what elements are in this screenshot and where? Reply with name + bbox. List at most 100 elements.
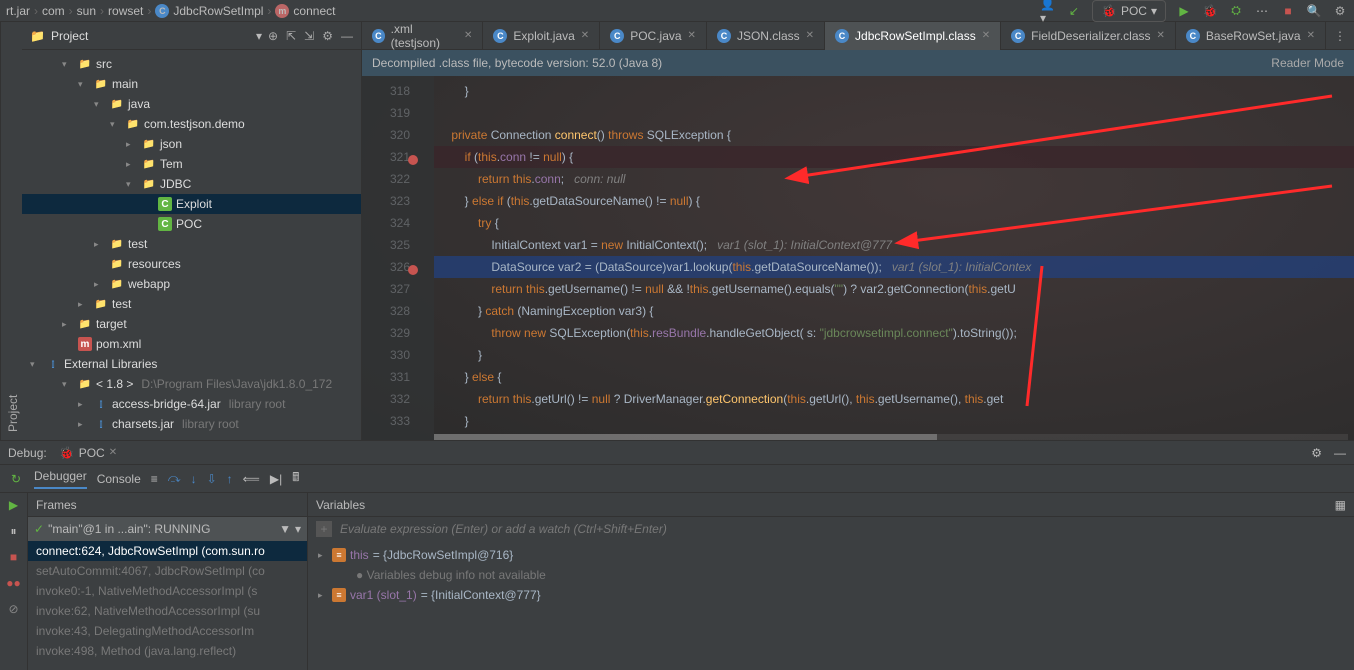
code-line[interactable]: if (this.conn != null) {: [434, 146, 1354, 168]
frame-list[interactable]: connect:624, JdbcRowSetImpl (com.sun.ros…: [28, 541, 307, 670]
user-icon[interactable]: 👤▾: [1040, 3, 1056, 19]
tree-node[interactable]: CPOC: [22, 214, 361, 234]
filter-icon[interactable]: ▼: [279, 522, 291, 536]
code-line[interactable]: } catch (NamingException var3) {: [434, 300, 1354, 322]
thread-selector[interactable]: ✓ "main"@1 in ...ain": RUNNING ▼ ▾: [28, 517, 307, 541]
editor-tab[interactable]: CExploit.java✕: [483, 22, 600, 50]
editor-tab[interactable]: CJSON.class✕: [707, 22, 825, 50]
collapse-icon[interactable]: ⇲: [304, 29, 314, 43]
tree-node[interactable]: CExploit: [22, 194, 361, 214]
breadcrumb[interactable]: rt.jar› com› sun› rowset› C JdbcRowSetIm…: [6, 4, 1040, 18]
tree-node[interactable]: mpom.xml: [22, 334, 361, 354]
tree-node[interactable]: ▾📁< 1.8 >D:\Program Files\Java\jdk1.8.0_…: [22, 374, 361, 394]
tree-node[interactable]: ▸📁json: [22, 134, 361, 154]
close-icon[interactable]: ✕: [109, 447, 117, 458]
tree-node[interactable]: ▸📁webapp: [22, 274, 361, 294]
pause-icon[interactable]: ⏸: [6, 523, 22, 539]
tree-node[interactable]: ▾📁java: [22, 94, 361, 114]
resume-icon[interactable]: ▶: [6, 497, 22, 513]
close-icon[interactable]: ✕: [1157, 30, 1165, 41]
tree-node[interactable]: ▸📁test: [22, 234, 361, 254]
editor-tab[interactable]: CPOC.java✕: [600, 22, 707, 50]
reader-mode-link[interactable]: Reader Mode: [1271, 56, 1344, 70]
line-gutter[interactable]: 3183193203213223233243253263273283293303…: [362, 76, 434, 440]
add-icon[interactable]: +: [316, 521, 332, 537]
profile-button[interactable]: ⋯: [1254, 3, 1270, 19]
view-breakpoints-icon[interactable]: ●●: [6, 575, 22, 591]
expand-icon[interactable]: ⇱: [286, 29, 296, 43]
crumb-5[interactable]: connect: [293, 4, 335, 18]
debug-config-tab[interactable]: 🐞 POC ✕: [59, 445, 117, 461]
close-icon[interactable]: ✕: [688, 30, 696, 41]
gear-icon[interactable]: ⚙: [1311, 446, 1322, 460]
crumb-2[interactable]: sun: [77, 4, 96, 18]
code-line[interactable]: InitialContext var1 = new InitialContext…: [434, 234, 1354, 256]
chevron-down-icon[interactable]: ▾: [256, 29, 262, 43]
stack-frame[interactable]: invoke:498, Method (java.lang.reflect): [28, 641, 307, 661]
tree-node[interactable]: 📁resources: [22, 254, 361, 274]
close-icon[interactable]: ✕: [1307, 30, 1315, 41]
stack-frame[interactable]: connect:624, JdbcRowSetImpl (com.sun.ro: [28, 541, 307, 561]
tree-node[interactable]: ▸📁target: [22, 314, 361, 334]
evaluate-input[interactable]: + Evaluate expression (Enter) or add a w…: [308, 517, 1354, 541]
editor-tab[interactable]: C.xml (testjson)✕: [362, 22, 483, 50]
crumb-4[interactable]: JdbcRowSetImpl: [173, 4, 263, 18]
step-over-icon[interactable]: ⤼: [168, 471, 181, 486]
code-line[interactable]: return this.getUrl() != null ? DriverMan…: [434, 388, 1354, 410]
code-lines[interactable]: } private Connection connect() throws SQ…: [434, 76, 1354, 440]
stack-frame[interactable]: setAutoCommit:4067, JdbcRowSetImpl (co: [28, 561, 307, 581]
debug-button[interactable]: 🐞: [1202, 3, 1218, 19]
mute-breakpoints-icon[interactable]: ⊘: [6, 601, 22, 617]
stack-frame[interactable]: invoke0:-1, NativeMethodAccessorImpl (s: [28, 581, 307, 601]
code-line[interactable]: } else if (this.getDataSourceName() != n…: [434, 190, 1354, 212]
chevron-down-icon[interactable]: ▾: [295, 522, 301, 536]
code-line[interactable]: private Connection connect() throws SQLE…: [434, 124, 1354, 146]
tree-node[interactable]: ▸⫾charsets.jarlibrary root: [22, 414, 361, 434]
code-line[interactable]: }: [434, 80, 1354, 102]
code-line[interactable]: }: [434, 344, 1354, 366]
code-line[interactable]: DataSource var2 = (DataSource)var1.looku…: [434, 256, 1354, 278]
editor-tabs[interactable]: C.xml (testjson)✕CExploit.java✕CPOC.java…: [362, 22, 1354, 50]
stop-button[interactable]: ■: [1280, 3, 1296, 19]
drop-frame-icon[interactable]: ⟸: [243, 472, 260, 486]
stack-frame[interactable]: invoke:62, NativeMethodAccessorImpl (su: [28, 601, 307, 621]
horizontal-scrollbar[interactable]: [434, 434, 1348, 440]
close-icon[interactable]: ✕: [982, 30, 990, 41]
variable-row[interactable]: ▸≡this = {JdbcRowSetImpl@716}: [308, 545, 1354, 565]
console-tab[interactable]: Console: [97, 472, 141, 486]
run-to-cursor-icon[interactable]: ▶|: [270, 472, 282, 486]
editor-tab[interactable]: CJdbcRowSetImpl.class✕: [825, 22, 1001, 50]
tree-node[interactable]: ▸📁Tem: [22, 154, 361, 174]
code-line[interactable]: } else {: [434, 366, 1354, 388]
locate-icon[interactable]: ⊕: [268, 29, 278, 43]
tree-node[interactable]: ▸📁test: [22, 294, 361, 314]
code-line[interactable]: [434, 102, 1354, 124]
code-editor[interactable]: 3183193203213223233243253263273283293303…: [362, 76, 1354, 440]
variable-row[interactable]: ▸≡var1 (slot_1) = {InitialContext@777}: [308, 585, 1354, 605]
settings-icon[interactable]: ⚙: [1332, 3, 1348, 19]
evaluate-icon[interactable]: 🖩: [292, 468, 299, 489]
tree-node[interactable]: ▾⫾External Libraries: [22, 354, 361, 374]
code-line[interactable]: return this.getUsername() != null && !th…: [434, 278, 1354, 300]
debugger-tab[interactable]: Debugger: [34, 469, 87, 489]
code-line[interactable]: }: [434, 410, 1354, 432]
code-line[interactable]: return this.conn; conn: null: [434, 168, 1354, 190]
run-button[interactable]: ▶: [1176, 3, 1192, 19]
crumb-1[interactable]: com: [42, 4, 65, 18]
close-icon[interactable]: ✕: [464, 30, 472, 41]
tree-node[interactable]: ▾📁JDBC: [22, 174, 361, 194]
code-line[interactable]: throw new SQLException(this.resBundle.ha…: [434, 322, 1354, 344]
vcs-update-icon[interactable]: ↙: [1066, 3, 1082, 19]
editor-tab[interactable]: CFieldDeserializer.class✕: [1001, 22, 1176, 50]
code-line[interactable]: try {: [434, 212, 1354, 234]
stdout-icon[interactable]: ≡: [151, 472, 158, 486]
tree-node[interactable]: ▾📁main: [22, 74, 361, 94]
rerun-icon[interactable]: ↻: [8, 471, 24, 487]
hide-icon[interactable]: —: [1334, 446, 1346, 460]
variable-row[interactable]: ● Variables debug info not available: [308, 565, 1354, 585]
crumb-0[interactable]: rt.jar: [6, 4, 30, 18]
variable-list[interactable]: ▸≡this = {JdbcRowSetImpl@716}● Variables…: [308, 541, 1354, 670]
hide-icon[interactable]: —: [341, 29, 353, 43]
tree-node[interactable]: ▸⫾access-bridge-64.jarlibrary root: [22, 394, 361, 414]
more-tabs-icon[interactable]: ⋮: [1326, 29, 1354, 43]
